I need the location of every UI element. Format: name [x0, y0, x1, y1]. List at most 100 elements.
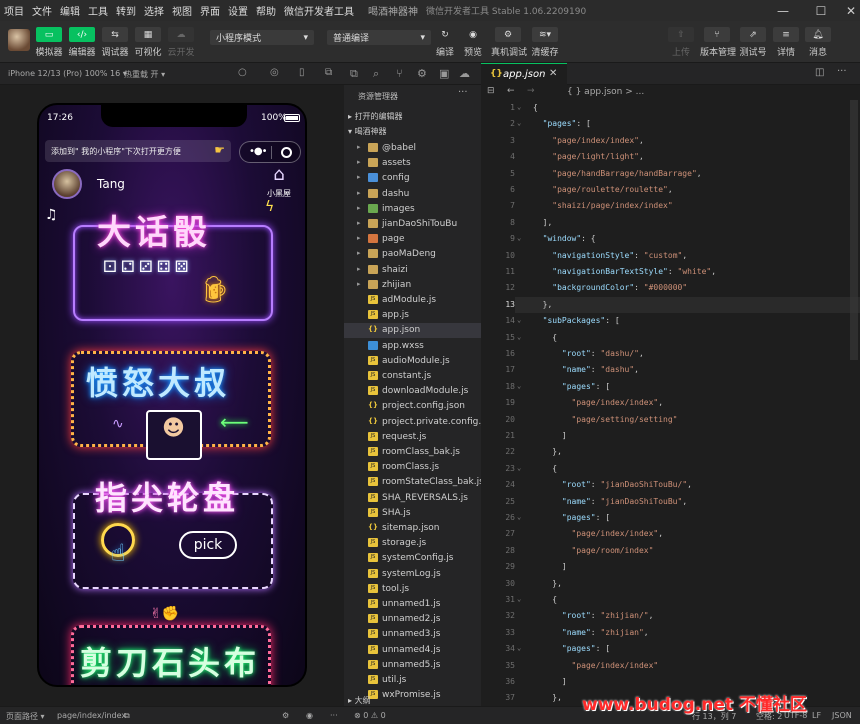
cloud-service-icon[interactable]: ☁ [459, 67, 470, 80]
menu-edit[interactable]: 编辑 [56, 3, 84, 18]
problems-count[interactable]: ⊗ 0 ⚠ 0 [354, 711, 386, 720]
more-icon[interactable]: ··· [330, 711, 338, 720]
fold-icon[interactable]: ⌄ [517, 316, 521, 324]
upload-button[interactable]: ⇧ 上传 [664, 27, 698, 58]
more-icon[interactable]: •●• [249, 146, 268, 157]
mode-select[interactable]: 小程序模式 ▾ [210, 30, 314, 45]
fold-icon[interactable]: ⌄ [517, 382, 521, 390]
file-item[interactable]: JS unnamed2.js [344, 612, 481, 627]
version-button[interactable]: ⑂ 版本管理 [700, 27, 736, 58]
file-item[interactable]: JS tool.js [344, 582, 481, 597]
file-item[interactable]: JS roomClass_bak.js [344, 445, 481, 460]
editor-button[interactable]: ‹/› 编辑器 [65, 27, 99, 58]
add-to-mini-program-hint[interactable]: 添加到" 我的小程序"下次打开更方便 ☛ [45, 140, 231, 162]
maximize-icon[interactable]: ☐ [806, 0, 836, 21]
dice-game-card[interactable]: 大话骰 ⚀⚁⚂⚃⚄ 🍺︎ ♫ ϟ [45, 199, 274, 321]
file-item[interactable]: {} project.config.json [344, 399, 481, 414]
remote-debug-button[interactable]: ⚙ 真机调试 [491, 27, 527, 58]
file-item[interactable]: JS unnamed4.js [344, 643, 481, 658]
file-item[interactable]: JS systemLog.js [344, 567, 481, 582]
hot-reload-select[interactable]: 热重载 开 ▾ [124, 69, 165, 80]
menu-devtools[interactable]: 微信开发者工具 [280, 3, 358, 18]
file-item[interactable]: JS roomClass.js [344, 460, 481, 475]
file-item[interactable]: ▸ zhijian [344, 278, 481, 293]
bookmark-icon[interactable]: ⊟ [487, 86, 495, 96]
chevron-right-icon[interactable]: ▸ [357, 158, 361, 166]
minimize-icon[interactable]: — [768, 0, 798, 21]
file-item[interactable]: ▸ jianDaoShiTouBu [344, 217, 481, 232]
file-item[interactable]: JS systemConfig.js [344, 551, 481, 566]
file-item[interactable]: app.wxss [344, 339, 481, 354]
clear-cache-button[interactable]: ≋▾ 清缓存 [528, 27, 562, 58]
menu-select[interactable]: 选择 [140, 3, 168, 18]
file-item[interactable]: ▸ @babel [344, 141, 481, 156]
line-ending[interactable]: LF [812, 711, 821, 720]
chevron-right-icon[interactable]: ▸ [357, 219, 361, 227]
simulator-button[interactable]: ▭ 模拟器 [32, 27, 66, 58]
page-path-label[interactable]: 页面路径 ▾ [6, 711, 45, 722]
test-account-button[interactable]: ⇗ 测试号 [736, 27, 770, 58]
phone-rotate-icon[interactable]: ▯ [299, 67, 305, 78]
close-tab-icon[interactable]: ✕ [549, 68, 557, 79]
file-item[interactable]: JS constant.js [344, 369, 481, 384]
stop-icon[interactable]: ◎ [270, 67, 279, 78]
file-item[interactable]: ▸ paoMaDeng [344, 247, 481, 262]
file-item[interactable]: JS unnamed5.js [344, 658, 481, 673]
close-circle-icon[interactable] [281, 147, 292, 158]
git-branch-icon[interactable]: ⑂ [396, 67, 403, 80]
menu-interface[interactable]: 界面 [196, 3, 224, 18]
file-item[interactable]: {} app.json [344, 323, 481, 339]
files-icon[interactable]: ⧉ [350, 67, 358, 81]
more-icon[interactable]: ··· [458, 87, 468, 98]
file-item[interactable]: ▸ config [344, 171, 481, 186]
details-button[interactable]: ≡ 详情 [769, 27, 803, 58]
file-item[interactable]: JS SHA.js [344, 506, 481, 521]
chevron-right-icon[interactable]: ▸ [357, 249, 361, 257]
messages-button[interactable]: 🔔︎ 消息 [801, 27, 835, 58]
project-section[interactable]: ▾ 喝酒神器 [348, 126, 387, 137]
file-item[interactable]: JS audioModule.js [344, 354, 481, 369]
house-icon[interactable]: ⌂ [266, 165, 292, 185]
menu-view[interactable]: 视图 [168, 3, 196, 18]
breadcrumb-path[interactable]: { } app.json > ... [567, 87, 644, 97]
search-icon[interactable]: ⌕ [373, 67, 379, 81]
more-actions-icon[interactable]: ··· [837, 66, 847, 77]
record-icon[interactable]: ○ [238, 67, 247, 78]
visual-button[interactable]: ▦ 可视化 [131, 27, 165, 58]
fold-icon[interactable]: ⌄ [517, 333, 521, 341]
menu-goto[interactable]: 转到 [112, 3, 140, 18]
file-item[interactable]: JS adModule.js [344, 293, 481, 308]
menu-settings[interactable]: 设置 [224, 3, 252, 18]
file-item[interactable]: {} sitemap.json [344, 521, 481, 536]
debugger-button[interactable]: ⇆ 调试器 [98, 27, 132, 58]
file-item[interactable]: JS roomStateClass_bak.js [344, 475, 481, 490]
settings-icon[interactable]: ⚙ [282, 711, 289, 720]
file-item[interactable]: ▸ dashu [344, 187, 481, 202]
file-item[interactable]: JS SHA_REVERSALS.js [344, 491, 481, 506]
extensions-icon[interactable]: ▣ [439, 67, 449, 80]
file-item[interactable]: ▸ shaizi [344, 263, 481, 278]
file-item[interactable]: JS util.js [344, 673, 481, 688]
device-select[interactable]: iPhone 12/13 (Pro) 100% 16 ▾ [8, 69, 127, 78]
chevron-right-icon[interactable]: ▸ [357, 234, 361, 242]
chevron-right-icon[interactable]: ▸ [357, 204, 361, 212]
file-item[interactable]: JS request.js [344, 430, 481, 445]
chevron-right-icon[interactable]: ▸ [357, 173, 361, 181]
code-editor[interactable]: 1 ⌄ 2 ⌄ 3 4 5 6 7 8 9 ⌄ 10 11 12 13 14 ⌄ 15 ⌄ 16 17 18 ⌄ 19 20 21 2… [481, 100, 860, 706]
popout-icon[interactable]: ⧉ [325, 67, 332, 78]
file-item[interactable]: JS unnamed3.js [344, 627, 481, 642]
eye-icon[interactable]: ◉ [306, 711, 313, 720]
compile-select[interactable]: 普通编译 ▾ [327, 30, 431, 45]
fold-icon[interactable]: ⌄ [517, 644, 521, 652]
fold-icon[interactable]: ⌄ [517, 234, 521, 242]
fold-icon[interactable]: ⌄ [517, 119, 521, 127]
angry-uncle-card[interactable]: 愤怒大叔 ☻ ⟵ ∿ [71, 351, 271, 460]
fold-icon[interactable]: ⌄ [517, 103, 521, 111]
cloud-button[interactable]: ☁ 云开发 [164, 27, 198, 58]
file-item[interactable]: ▸ images [344, 202, 481, 217]
language-mode[interactable]: JSON [832, 711, 852, 720]
rock-paper-scissors-card[interactable]: 剪刀石头布 ✌✊ [71, 606, 271, 685]
chevron-right-icon[interactable]: ▸ [357, 280, 361, 288]
fold-icon[interactable]: ⌄ [517, 513, 521, 521]
file-item[interactable]: ▸ assets [344, 156, 481, 171]
